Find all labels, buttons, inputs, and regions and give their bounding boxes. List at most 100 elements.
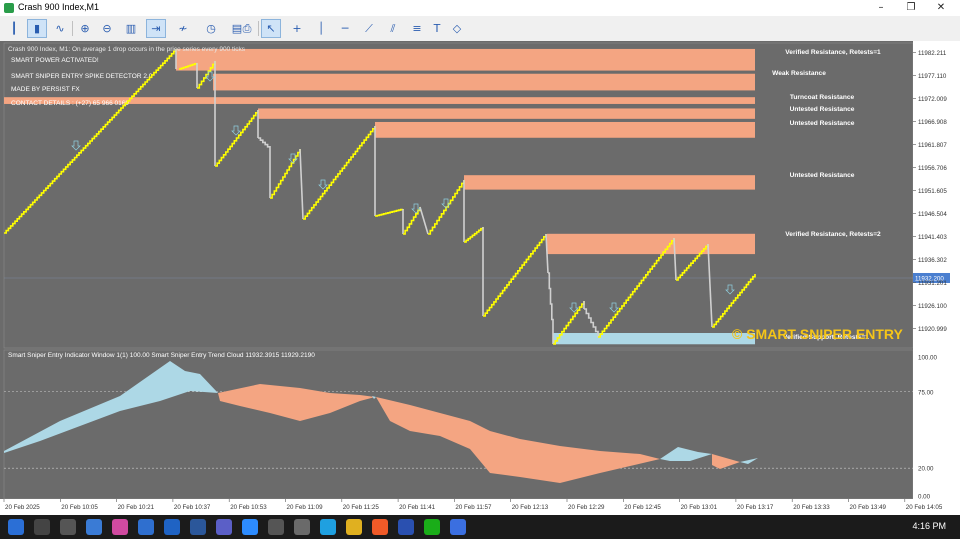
settings-icon[interactable] bbox=[294, 519, 310, 535]
photos-icon[interactable] bbox=[372, 519, 388, 535]
grid-icon[interactable]: ▥ bbox=[122, 20, 140, 37]
chart-area[interactable]: Verified Resistance, Retests=1 Weak Resis… bbox=[0, 41, 960, 515]
price-tick-label: 11936.302 bbox=[918, 257, 947, 264]
copilot-icon[interactable] bbox=[112, 519, 128, 535]
zone-label: Untested Resistance bbox=[790, 120, 855, 127]
price-tick-label: 11931.201 bbox=[918, 280, 947, 287]
time-tick-label: 20 Feb 11:25 bbox=[343, 504, 380, 511]
close-button[interactable]: ✕ bbox=[926, 0, 956, 16]
zoom-in-icon[interactable]: ⊕ bbox=[76, 20, 94, 37]
time-tick-label: 20 Feb 10:05 bbox=[61, 504, 98, 511]
price-tick-label: 11926.100 bbox=[918, 303, 947, 310]
shapes-icon[interactable]: ◇ bbox=[448, 20, 466, 37]
crosshair-icon[interactable]: + bbox=[288, 20, 306, 37]
zone-rect bbox=[553, 333, 755, 345]
overlay-line-3: MADE BY PERSIST FX bbox=[11, 86, 80, 93]
zone-label: Weak Resistance bbox=[772, 70, 826, 77]
maximize-button[interactable]: ❐ bbox=[896, 0, 926, 16]
overlay-line-4: CONTACT DETAILS : (+27) 65 966 0169 bbox=[11, 100, 129, 107]
bar-chart-icon[interactable]: ┃ bbox=[5, 20, 23, 37]
zone-label: Untested Resistance bbox=[790, 106, 855, 113]
price-tick-label: 11961.807 bbox=[918, 142, 947, 149]
toolbar-separator bbox=[72, 21, 73, 36]
time-tick-label: 20 Feb 13:17 bbox=[737, 504, 774, 511]
candles-icon[interactable]: ▮ bbox=[27, 19, 47, 38]
price-tick-label: 11951.605 bbox=[918, 188, 947, 195]
zone-label: Verified Resistance, Retests=2 bbox=[785, 231, 881, 238]
channel-icon[interactable]: ⫽ bbox=[384, 20, 402, 37]
zone-label: Verified Resistance, Retests=1 bbox=[785, 49, 881, 56]
time-tick-label: 20 Feb 10:37 bbox=[174, 504, 211, 511]
trendline-icon[interactable]: ⟋ bbox=[360, 20, 378, 37]
time-tick-label: 20 Feb 13:33 bbox=[793, 504, 830, 511]
time-tick-label: 20 Feb 12:13 bbox=[512, 504, 549, 511]
price-tick-label: 11941.403 bbox=[918, 234, 947, 241]
chrome-icon[interactable] bbox=[346, 519, 362, 535]
time-tick-label: 20 Feb 10:53 bbox=[230, 504, 267, 511]
indicator-header: Smart Sniper Entry Indicator Window 1(1)… bbox=[8, 352, 315, 359]
zone-rect bbox=[258, 108, 755, 119]
store-icon[interactable] bbox=[138, 519, 154, 535]
cursor-icon[interactable]: ↖ bbox=[261, 19, 281, 38]
zone-label: Turncoat Resistance bbox=[790, 94, 855, 101]
price-tick-label: 11946.504 bbox=[918, 211, 947, 218]
time-tick-label: 20 Feb 14:05 bbox=[906, 504, 943, 511]
time-tick-label: 20 Feb 11:09 bbox=[287, 504, 324, 511]
price-tick-label: 11972.009 bbox=[918, 96, 947, 103]
indicators-icon[interactable]: ≁ bbox=[174, 20, 192, 37]
text-icon[interactable]: T bbox=[428, 20, 446, 37]
zoom-out-icon[interactable]: ⊖ bbox=[98, 20, 116, 37]
chart-header-line: Crash 900 Index, M1: On average 1 drop o… bbox=[8, 46, 246, 53]
zoom-icon[interactable] bbox=[242, 519, 258, 535]
windows-start-icon[interactable] bbox=[8, 519, 24, 535]
teams-icon[interactable] bbox=[216, 519, 232, 535]
zone-label: Untested Resistance bbox=[790, 172, 855, 179]
zone-rect bbox=[213, 73, 755, 91]
zone-rect bbox=[547, 233, 755, 255]
task-view-icon[interactable] bbox=[60, 519, 76, 535]
media-icon[interactable] bbox=[268, 519, 284, 535]
title-bar: Crash 900 Index,M1 – ❐ ✕ bbox=[0, 0, 960, 16]
word-icon[interactable] bbox=[190, 519, 206, 535]
time-tick-label: 20 Feb 11:57 bbox=[455, 504, 492, 511]
toolbar-separator bbox=[258, 21, 259, 36]
overlay-line-2: SMART SNIPER ENTRY SPIKE DETECTOR 2.0 bbox=[11, 73, 153, 80]
price-tick-label: 11982.211 bbox=[918, 50, 947, 57]
vertical-line-icon[interactable]: │ bbox=[312, 20, 330, 37]
mail-icon[interactable] bbox=[164, 519, 180, 535]
wechat-icon[interactable] bbox=[424, 519, 440, 535]
zone-rect bbox=[176, 48, 755, 71]
indicator-tick-label: 20.00 bbox=[918, 466, 934, 473]
indicator-tick-label: 75.00 bbox=[918, 389, 934, 396]
edge-icon[interactable] bbox=[320, 519, 336, 535]
taskbar: 4:16 PM bbox=[0, 515, 960, 539]
price-tick-label: 11977.110 bbox=[918, 73, 947, 80]
files-icon[interactable] bbox=[450, 519, 466, 535]
window-title: Crash 900 Index,M1 bbox=[18, 2, 100, 12]
zone-rect bbox=[464, 175, 755, 190]
screenshot-icon[interactable]: ⎙ bbox=[238, 20, 256, 37]
search-icon[interactable] bbox=[34, 519, 50, 535]
widgets-icon[interactable] bbox=[86, 519, 102, 535]
app-icon bbox=[4, 3, 14, 13]
autoscroll-icon[interactable]: ⇥ bbox=[146, 19, 166, 38]
chart-svg: Verified Resistance, Retests=1 Weak Resis… bbox=[0, 41, 960, 515]
time-tick-label: 20 Feb 13:49 bbox=[850, 504, 887, 511]
horizontal-line-icon[interactable]: ─ bbox=[336, 20, 354, 37]
line-chart-icon[interactable]: ∿ bbox=[51, 20, 69, 37]
time-tick-label: 20 Feb 11:41 bbox=[399, 504, 436, 511]
zone-rect bbox=[375, 121, 755, 138]
indicator-tick-label: 0.00 bbox=[918, 494, 931, 501]
period-icon[interactable]: ◷ bbox=[202, 20, 220, 37]
watermark: © SMART SNIPER ENTRY bbox=[732, 326, 903, 342]
time-tick-label: 20 Feb 13:01 bbox=[681, 504, 718, 511]
minimize-button[interactable]: – bbox=[866, 0, 896, 16]
price-tick-label: 11956.706 bbox=[918, 165, 947, 172]
indicator-tick-label: 100.00 bbox=[918, 355, 937, 362]
time-tick-label: 20 Feb 12:45 bbox=[624, 504, 661, 511]
mt5-icon[interactable] bbox=[398, 519, 414, 535]
fibo-icon[interactable]: ≡ bbox=[408, 20, 426, 37]
price-tick-label: 11920.999 bbox=[918, 326, 947, 333]
taskbar-clock: 4:16 PM bbox=[912, 521, 946, 531]
price-tick-label: 11966.908 bbox=[918, 119, 947, 126]
